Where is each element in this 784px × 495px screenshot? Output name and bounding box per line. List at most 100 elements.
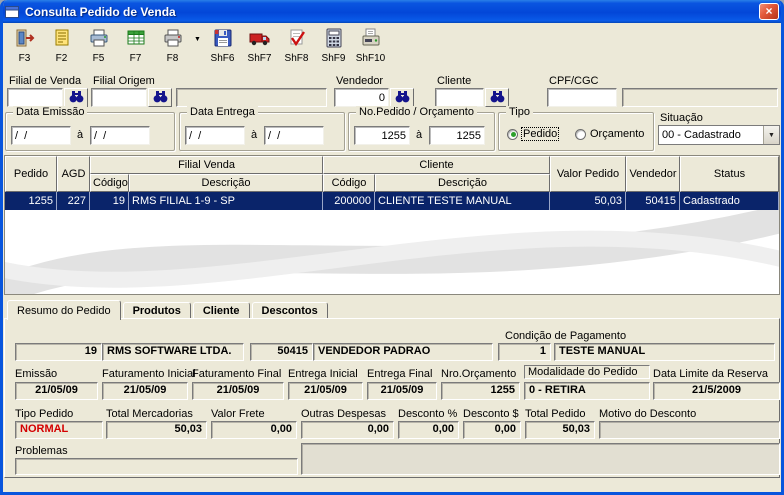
filial-venda-lookup-button[interactable] <box>64 88 88 107</box>
binoculars-icon <box>490 90 505 106</box>
cliente-input[interactable] <box>435 88 484 107</box>
filial-venda-label: Filial de Venda <box>9 75 82 87</box>
situacao-selected-value: 00 - Cadastrado <box>662 129 741 141</box>
filial-venda-input[interactable] <box>7 88 63 107</box>
pedido-to-input[interactable] <box>429 126 485 145</box>
table-row[interactable]: 1255 227 19 RMS FILIAL 1-9 - SP 200000 C… <box>5 192 779 210</box>
radio-unselected-icon <box>575 128 586 140</box>
toolbar-button-f8[interactable]: F8 <box>154 25 191 69</box>
tipo-pedido-radio[interactable]: Pedido <box>507 127 560 141</box>
total-pedido-label: Total Pedido <box>525 408 586 420</box>
condicao-nome-value: TESTE MANUAL <box>554 343 775 361</box>
app-icon <box>5 5 20 19</box>
filial-nome-value: RMS SOFTWARE LTDA. <box>102 343 244 361</box>
col-header-cl-codigo: Código <box>323 174 375 192</box>
cell-pedido: 1255 <box>5 192 57 210</box>
printer-icon <box>88 28 110 51</box>
col-header-vendedor: Vendedor <box>626 156 680 192</box>
valor-frete-value: 0,00 <box>211 421 297 439</box>
resumo-panel: Condição de Pagamento 19 RMS SOFTWARE LT… <box>4 318 780 478</box>
vendedor-input[interactable] <box>334 88 389 107</box>
tab-produtos[interactable]: Produtos <box>122 302 191 318</box>
vendedor-lookup-button[interactable] <box>390 88 414 107</box>
toolbar-button-f2[interactable]: F2 <box>43 25 80 69</box>
filial-origem-input[interactable] <box>91 88 147 107</box>
print-options-dropdown-arrow[interactable]: ▼ <box>191 27 204 51</box>
tipo-orcamento-radio[interactable]: Orçamento <box>575 128 644 140</box>
calculator-icon <box>323 28 345 51</box>
toolbar-button-shf9[interactable]: ShF9 <box>315 25 352 69</box>
window-title: Consulta Pedido de Venda <box>25 4 176 19</box>
faturamento-final-label: Faturamento Final <box>192 368 282 380</box>
results-table: Pedido AGD Filial Venda Cliente Valor Pe… <box>5 156 779 210</box>
toolbar-button-shf7[interactable]: ShF7 <box>241 25 278 69</box>
radio-selected-icon <box>507 128 518 140</box>
tipo-pedido-value: NORMAL <box>15 421 103 439</box>
vendedor-codigo-value: 50415 <box>250 343 313 361</box>
data-emissao-group-title: Data Emissão <box>13 106 88 118</box>
outras-despesas-value: 0,00 <box>301 421 394 439</box>
cpf-cgc-input[interactable] <box>547 88 617 107</box>
data-emissao-from-input[interactable] <box>11 126 71 145</box>
toolbar-button-f5[interactable]: F5 <box>80 25 117 69</box>
data-emissao-to-label: à <box>77 129 84 141</box>
app-window: Consulta Pedido de Venda × F3 F2 F5 F7 F… <box>0 0 784 495</box>
data-entrega-group: Data Entrega à <box>179 106 345 151</box>
col-header-fv-codigo: Código <box>90 174 129 192</box>
total-mercadorias-label: Total Mercadorias <box>106 408 193 420</box>
check-document-icon <box>286 28 308 51</box>
data-entrega-to-input[interactable] <box>264 126 324 145</box>
modalidade-pedido-label: Modalidade do Pedido <box>524 365 650 379</box>
faturamento-inicial-label: Faturamento Inicial <box>102 368 196 380</box>
binoculars-icon <box>69 90 84 106</box>
cell-fv-codigo: 19 <box>90 192 129 210</box>
pedido-range-group: No.Pedido / Orçamento à <box>348 106 495 151</box>
toolbar-key-label: ShF9 <box>321 53 346 64</box>
grid-report-icon <box>125 28 147 51</box>
vendedor-nome-value: VENDEDOR PADRAO <box>313 343 493 361</box>
desconto-pct-label: Desconto % <box>398 408 458 420</box>
cpf-cgc-label: CPF/CGC <box>549 75 599 87</box>
cliente-lookup-button[interactable] <box>485 88 509 107</box>
close-button[interactable]: × <box>759 3 779 20</box>
condicao-pagamento-label: Condição de Pagamento <box>505 330 627 342</box>
entrega-final-label: Entrega Final <box>367 368 433 380</box>
data-limite-reserva-label: Data Limite da Reserva <box>653 368 768 380</box>
condicao-codigo-value: 1 <box>498 343 551 361</box>
tab-resumo-do-pedido[interactable]: Resumo do Pedido <box>7 300 121 320</box>
exit-door-icon <box>14 28 36 51</box>
situacao-select[interactable]: 00 - Cadastrado ▼ <box>658 125 780 145</box>
problemas-value <box>15 458 298 475</box>
col-header-agd: AGD <box>57 156 90 192</box>
total-mercadorias-value: 50,03 <box>106 421 207 439</box>
pedido-from-input[interactable] <box>354 126 410 145</box>
toolbar-button-f7[interactable]: F7 <box>117 25 154 69</box>
cell-fv-descricao: RMS FILIAL 1-9 - SP <box>129 192 323 210</box>
valor-frete-label: Valor Frete <box>211 408 265 420</box>
tab-descontos[interactable]: Descontos <box>251 302 328 318</box>
toolbar: F3 F2 F5 F7 F8 ▼ ShF6 ShF7 ShF8 ShF9 ShF… <box>3 23 781 71</box>
tipo-group-title: Tipo <box>506 106 533 118</box>
toolbar-button-shf8[interactable]: ShF8 <box>278 25 315 69</box>
motivo-desconto-value <box>599 421 780 439</box>
binoculars-icon <box>395 90 410 106</box>
toolbar-key-label: F8 <box>166 53 179 64</box>
tipo-pedido-radio-label: Pedido <box>520 127 560 141</box>
problemas-label: Problemas <box>15 445 68 457</box>
cell-cl-codigo: 200000 <box>323 192 375 210</box>
toolbar-button-shf10[interactable]: ShF10 <box>352 25 389 69</box>
data-entrega-from-input[interactable] <box>185 126 245 145</box>
data-limite-reserva-value: 21/5/2009 <box>653 382 780 400</box>
filial-origem-description <box>176 88 327 107</box>
toolbar-button-f3[interactable]: F3 <box>6 25 43 69</box>
outras-despesas-label: Outras Despesas <box>301 408 386 420</box>
tab-cliente[interactable]: Cliente <box>192 302 250 318</box>
motivo-desconto-label: Motivo do Desconto <box>599 408 697 420</box>
filial-origem-lookup-button[interactable] <box>148 88 172 107</box>
entrega-inicial-label: Entrega Inicial <box>288 368 358 380</box>
col-header-cl-descricao: Descrição <box>375 174 550 192</box>
data-emissao-to-input[interactable] <box>90 126 150 145</box>
tipo-group: Tipo Pedido Orçamento <box>498 106 654 151</box>
toolbar-button-shf6[interactable]: ShF6 <box>204 25 241 69</box>
chevron-down-icon: ▼ <box>763 126 779 144</box>
